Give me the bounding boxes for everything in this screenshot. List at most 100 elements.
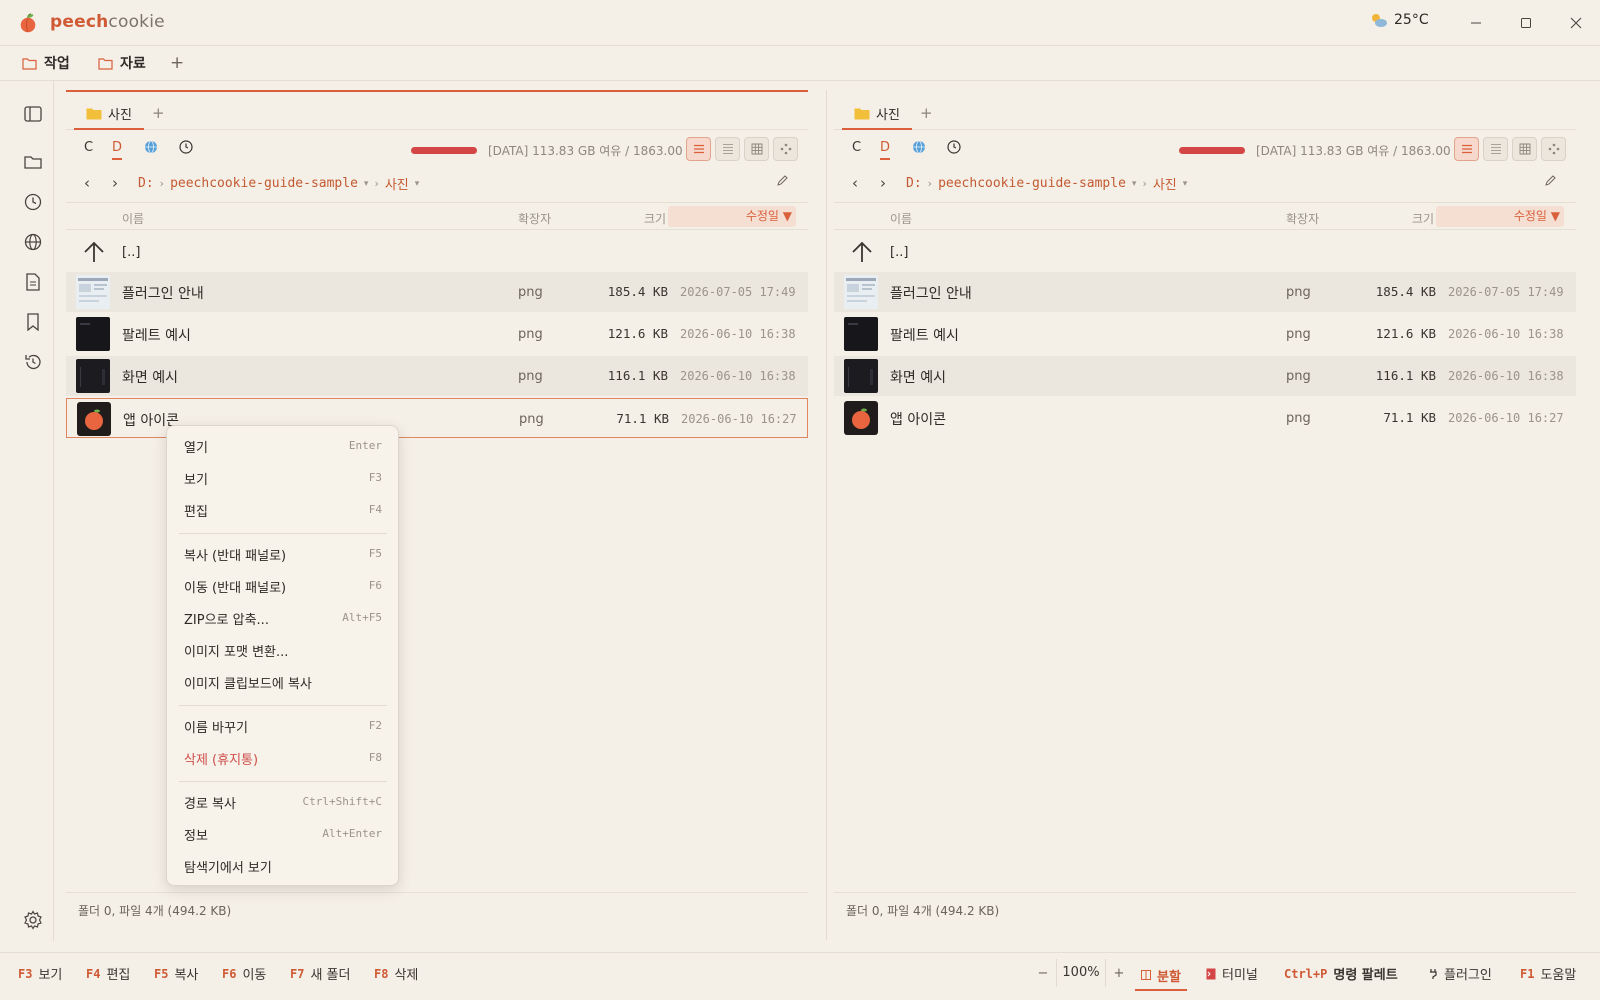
close-button[interactable] [1556,8,1596,38]
workspace-tab-materials[interactable]: 자료 [98,53,146,73]
zoom-in-button[interactable]: + [1106,966,1132,981]
column-ext[interactable]: 확장자 [1286,210,1319,227]
table-row[interactable]: 팔레트 예시 png 121.6 KB 2026-06-10 16:38 [66,314,808,354]
fkey-edit-button[interactable]: F4 편집 [86,964,130,984]
menu-item-delete[interactable]: 삭제 (휴지통) F8 [167,742,398,772]
menu-item-copy-image-clipboard[interactable]: 이미지 클립보드에 복사 [167,666,398,696]
fkey-delete-button[interactable]: F8 삭제 [374,964,418,984]
add-panel-tab-button[interactable]: + [152,104,165,122]
breadcrumb-separator: › [927,177,933,190]
sidebar-item-history[interactable] [22,351,44,373]
recent-drive-button[interactable] [179,140,193,158]
panel-divider[interactable] [826,90,827,940]
drive-c-button[interactable]: C [852,140,861,155]
view-list-button[interactable] [1454,137,1479,161]
parent-folder-row[interactable]: [..] [834,234,1576,270]
breadcrumb-folder[interactable]: peechcookie-guide-sample [170,176,358,191]
workspace-tab-work[interactable]: 작업 [22,53,70,73]
command-palette-button[interactable]: Ctrl+P 명령 팔레트 [1284,964,1398,984]
sidebar-item-network[interactable] [22,231,44,253]
drive-d-button[interactable]: D [880,140,891,160]
column-modified[interactable]: 수정일 ▼ [1436,206,1564,227]
back-button[interactable]: ‹ [852,174,858,192]
fkey-new-folder-button[interactable]: F7 새 폴더 [290,964,350,984]
column-size[interactable]: 크기 [644,210,666,227]
edit-path-button[interactable] [1544,175,1556,191]
menu-item-zip[interactable]: ZIP으로 압축... Alt+F5 [167,602,398,632]
edit-path-button[interactable] [776,175,788,191]
add-workspace-button[interactable]: + [170,53,184,73]
recent-drive-button[interactable] [947,140,961,158]
panel-tab-photos[interactable]: 사진 [842,98,912,130]
drive-c-button[interactable]: C [84,140,93,155]
sidebar-item-bookmarks[interactable] [22,311,44,333]
split-button[interactable]: 분할 [1135,961,1187,991]
forward-button[interactable]: › [112,174,118,192]
forward-button[interactable]: › [880,174,886,192]
breadcrumb-current[interactable]: 사진 [1153,174,1177,193]
table-row[interactable]: 팔레트 예시 png 121.6 KB 2026-06-10 16:38 [834,314,1576,354]
sidebar-item-documents[interactable] [22,271,44,293]
menu-item-view[interactable]: 보기 F3 [167,462,398,492]
file-size: 116.1 KB [1375,368,1436,383]
view-thumbnail-button[interactable] [773,137,798,161]
menu-item-rename[interactable]: 이름 바꾸기 F2 [167,710,398,740]
settings-button[interactable] [22,909,44,931]
column-name[interactable]: 이름 [890,210,912,227]
add-panel-tab-button[interactable]: + [920,104,933,122]
chevron-down-icon[interactable]: ▾ [364,179,369,189]
view-thumbnail-button[interactable] [1541,137,1566,161]
drive-d-button[interactable]: D [112,140,123,160]
column-modified[interactable]: 수정일 ▼ [668,206,796,227]
zoom-out-button[interactable]: − [1030,966,1056,981]
breadcrumb-current[interactable]: 사진 [385,174,409,193]
list-view-icon [693,144,704,154]
table-row[interactable]: 화면 예시 png 116.1 KB 2026-06-10 16:38 [66,356,808,396]
menu-item-info[interactable]: 정보 Alt+Enter [167,818,398,848]
view-detail-button[interactable] [715,137,740,161]
terminal-button[interactable]: 터미널 [1206,964,1258,983]
minimize-button[interactable] [1456,8,1496,38]
network-drive-button[interactable] [144,140,158,158]
plugin-button[interactable]: 플러그인 [1428,964,1492,983]
table-row[interactable]: 화면 예시 png 116.1 KB 2026-06-10 16:38 [834,356,1576,396]
fkey-move-button[interactable]: F6 이동 [222,964,266,984]
chevron-down-icon[interactable]: ▾ [1132,179,1137,189]
weather-widget[interactable]: 25°C [1370,12,1429,28]
view-list-button[interactable] [686,137,711,161]
menu-item-convert-image[interactable]: 이미지 포맷 변환... [167,634,398,664]
sidebar-item-folders[interactable] [22,151,44,173]
menu-item-open[interactable]: 열기 Enter [167,430,398,460]
back-button[interactable]: ‹ [84,174,90,192]
view-grid-button[interactable] [744,137,769,161]
view-detail-button[interactable] [1483,137,1508,161]
view-grid-button[interactable] [1512,137,1537,161]
fkey-view-button[interactable]: F3 보기 [18,964,62,984]
table-row[interactable]: 플러그인 안내 png 185.4 KB 2026-07-05 17:49 [66,272,808,312]
breadcrumb-separator: › [159,177,165,190]
column-name[interactable]: 이름 [122,210,144,227]
menu-item-show-in-explorer[interactable]: 탐색기에서 보기 [167,850,398,880]
menu-item-copy-path[interactable]: 경로 복사 Ctrl+Shift+C [167,786,398,816]
menu-item-copy[interactable]: 복사 (반대 패널로) F5 [167,538,398,568]
sidebar-item-recent[interactable] [22,191,44,213]
parent-folder-row[interactable]: [..] [66,234,808,270]
menu-item-label: 이미지 클립보드에 복사 [184,677,312,692]
menu-item-move[interactable]: 이동 (반대 패널로) F6 [167,570,398,600]
table-row[interactable]: 앱 아이콘 png 71.1 KB 2026-06-10 16:27 [834,398,1576,438]
breadcrumb-drive[interactable]: D: [906,176,922,191]
help-button[interactable]: F1 도움말 [1520,964,1576,984]
column-size[interactable]: 크기 [1412,210,1434,227]
breadcrumb-drive[interactable]: D: [138,176,154,191]
fkey-copy-button[interactable]: F5 복사 [154,964,198,984]
chevron-down-icon[interactable]: ▾ [1183,179,1188,189]
table-row[interactable]: 플러그인 안내 png 185.4 KB 2026-07-05 17:49 [834,272,1576,312]
breadcrumb-folder[interactable]: peechcookie-guide-sample [938,176,1126,191]
sidebar-toggle-button[interactable] [22,103,44,125]
network-drive-button[interactable] [912,140,926,158]
chevron-down-icon[interactable]: ▾ [415,179,420,189]
column-ext[interactable]: 확장자 [518,210,551,227]
panel-tab-photos[interactable]: 사진 [74,98,144,130]
maximize-button[interactable] [1506,8,1546,38]
menu-item-edit[interactable]: 편집 F4 [167,494,398,524]
